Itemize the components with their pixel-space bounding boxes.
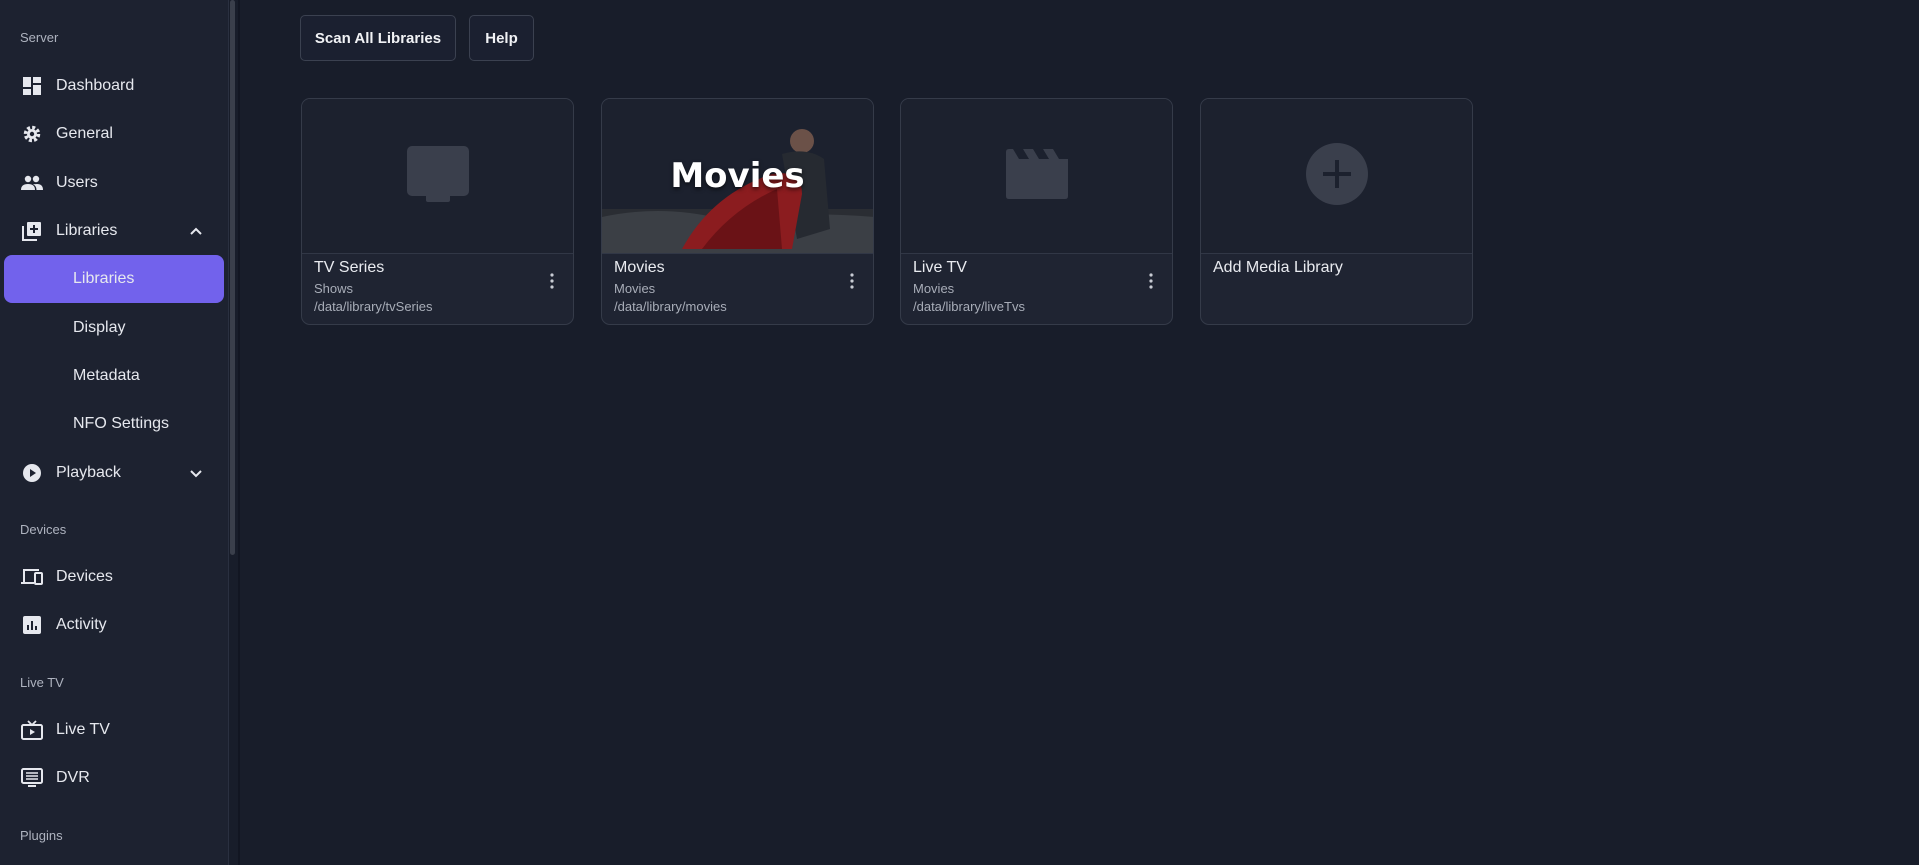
dvr-icon — [21, 767, 43, 789]
sidebar-item-label: DVR — [56, 769, 90, 786]
sidebar-subitem-metadata[interactable]: Metadata — [4, 352, 224, 400]
sidebar-item-libraries[interactable]: Libraries — [0, 211, 228, 251]
devices-icon — [21, 566, 43, 588]
library-card-tv-series[interactable]: TV Series Shows /data/library/tvSeries — [301, 98, 574, 325]
dashboard-icon — [21, 75, 43, 97]
sidebar-item-dvr[interactable]: DVR — [0, 758, 228, 798]
section-label-devices: Devices — [20, 522, 67, 537]
add-media-library-card[interactable]: Add Media Library — [1200, 98, 1473, 325]
sidebar-item-dashboard[interactable]: Dashboard — [0, 66, 228, 106]
analytics-icon — [21, 614, 43, 636]
sidebar-item-live-tv[interactable]: Live TV — [0, 710, 228, 750]
sidebar-item-users[interactable]: Users — [0, 163, 228, 203]
sidebar-subitem-nfo-settings[interactable]: NFO Settings — [4, 400, 224, 448]
library-path: /data/library/liveTvs — [913, 299, 1025, 314]
library-path: /data/library/tvSeries — [314, 299, 433, 314]
sidebar-item-devices[interactable]: Devices — [0, 557, 228, 597]
section-label-plugins: Plugins — [20, 828, 63, 843]
sidebar-divider — [238, 0, 240, 865]
library-type: Shows — [314, 281, 354, 296]
sidebar: Server Dashboard General Users Libraries… — [0, 0, 229, 865]
help-button[interactable]: Help — [469, 15, 534, 61]
sidebar-subitem-libraries[interactable]: Libraries — [4, 255, 224, 303]
more-vert-icon[interactable] — [545, 271, 559, 291]
sidebar-item-playback[interactable]: Playback — [0, 453, 228, 493]
sidebar-subitem-display[interactable]: Display — [4, 304, 224, 352]
section-label-live-tv: Live TV — [20, 675, 64, 690]
library-title: TV Series — [314, 259, 385, 276]
library-thumbnail[interactable] — [901, 99, 1172, 254]
movie-thumbnail-title: Movies — [670, 156, 805, 196]
more-vert-icon[interactable] — [845, 271, 859, 291]
library-title: Live TV — [913, 259, 967, 276]
sidebar-item-label: Devices — [56, 568, 113, 585]
live-tv-icon — [21, 719, 43, 741]
sidebar-item-label: General — [56, 125, 113, 142]
library-thumbnail[interactable] — [302, 99, 573, 254]
tv-icon — [406, 145, 470, 208]
library-add-icon — [21, 220, 43, 242]
more-vert-icon[interactable] — [1144, 271, 1158, 291]
library-path: /data/library/movies — [614, 299, 727, 314]
library-type: Movies — [614, 281, 656, 296]
sidebar-subitem-label: Metadata — [73, 367, 140, 384]
sidebar-item-label: Dashboard — [56, 77, 135, 94]
users-icon — [21, 172, 43, 194]
library-type: Movies — [913, 281, 955, 296]
sidebar-subitem-label: Display — [73, 319, 126, 336]
scan-all-libraries-button[interactable]: Scan All Libraries — [300, 15, 456, 61]
sidebar-item-label: Playback — [56, 464, 121, 481]
library-thumbnail[interactable]: Movies — [602, 99, 873, 254]
clapperboard-icon — [1005, 148, 1069, 205]
sidebar-subitem-label: NFO Settings — [73, 415, 170, 432]
sidebar-item-activity[interactable]: Activity — [0, 605, 228, 645]
plus-icon — [1305, 142, 1369, 211]
chevron-down-icon — [186, 463, 206, 483]
library-card-movies[interactable]: Movies Movies Movies /data/library/movie… — [601, 98, 874, 325]
sidebar-item-general[interactable]: General — [0, 114, 228, 154]
sidebar-item-label: Libraries — [56, 222, 118, 239]
library-title: Movies — [614, 259, 665, 276]
sidebar-item-label: Activity — [56, 616, 107, 633]
add-library-title: Add Media Library — [1213, 259, 1343, 276]
sidebar-subitem-label: Libraries — [73, 270, 135, 287]
sidebar-item-label: Users — [56, 174, 98, 191]
sidebar-scrollbar[interactable] — [230, 0, 235, 555]
section-label-server: Server — [20, 30, 59, 45]
gear-icon — [21, 123, 43, 145]
sidebar-item-label: Live TV — [56, 721, 110, 738]
add-library-thumbnail[interactable] — [1201, 99, 1472, 254]
play-circle-icon — [21, 462, 43, 484]
chevron-up-icon — [186, 221, 206, 241]
library-card-live-tv[interactable]: Live TV Movies /data/library/liveTvs — [900, 98, 1173, 325]
